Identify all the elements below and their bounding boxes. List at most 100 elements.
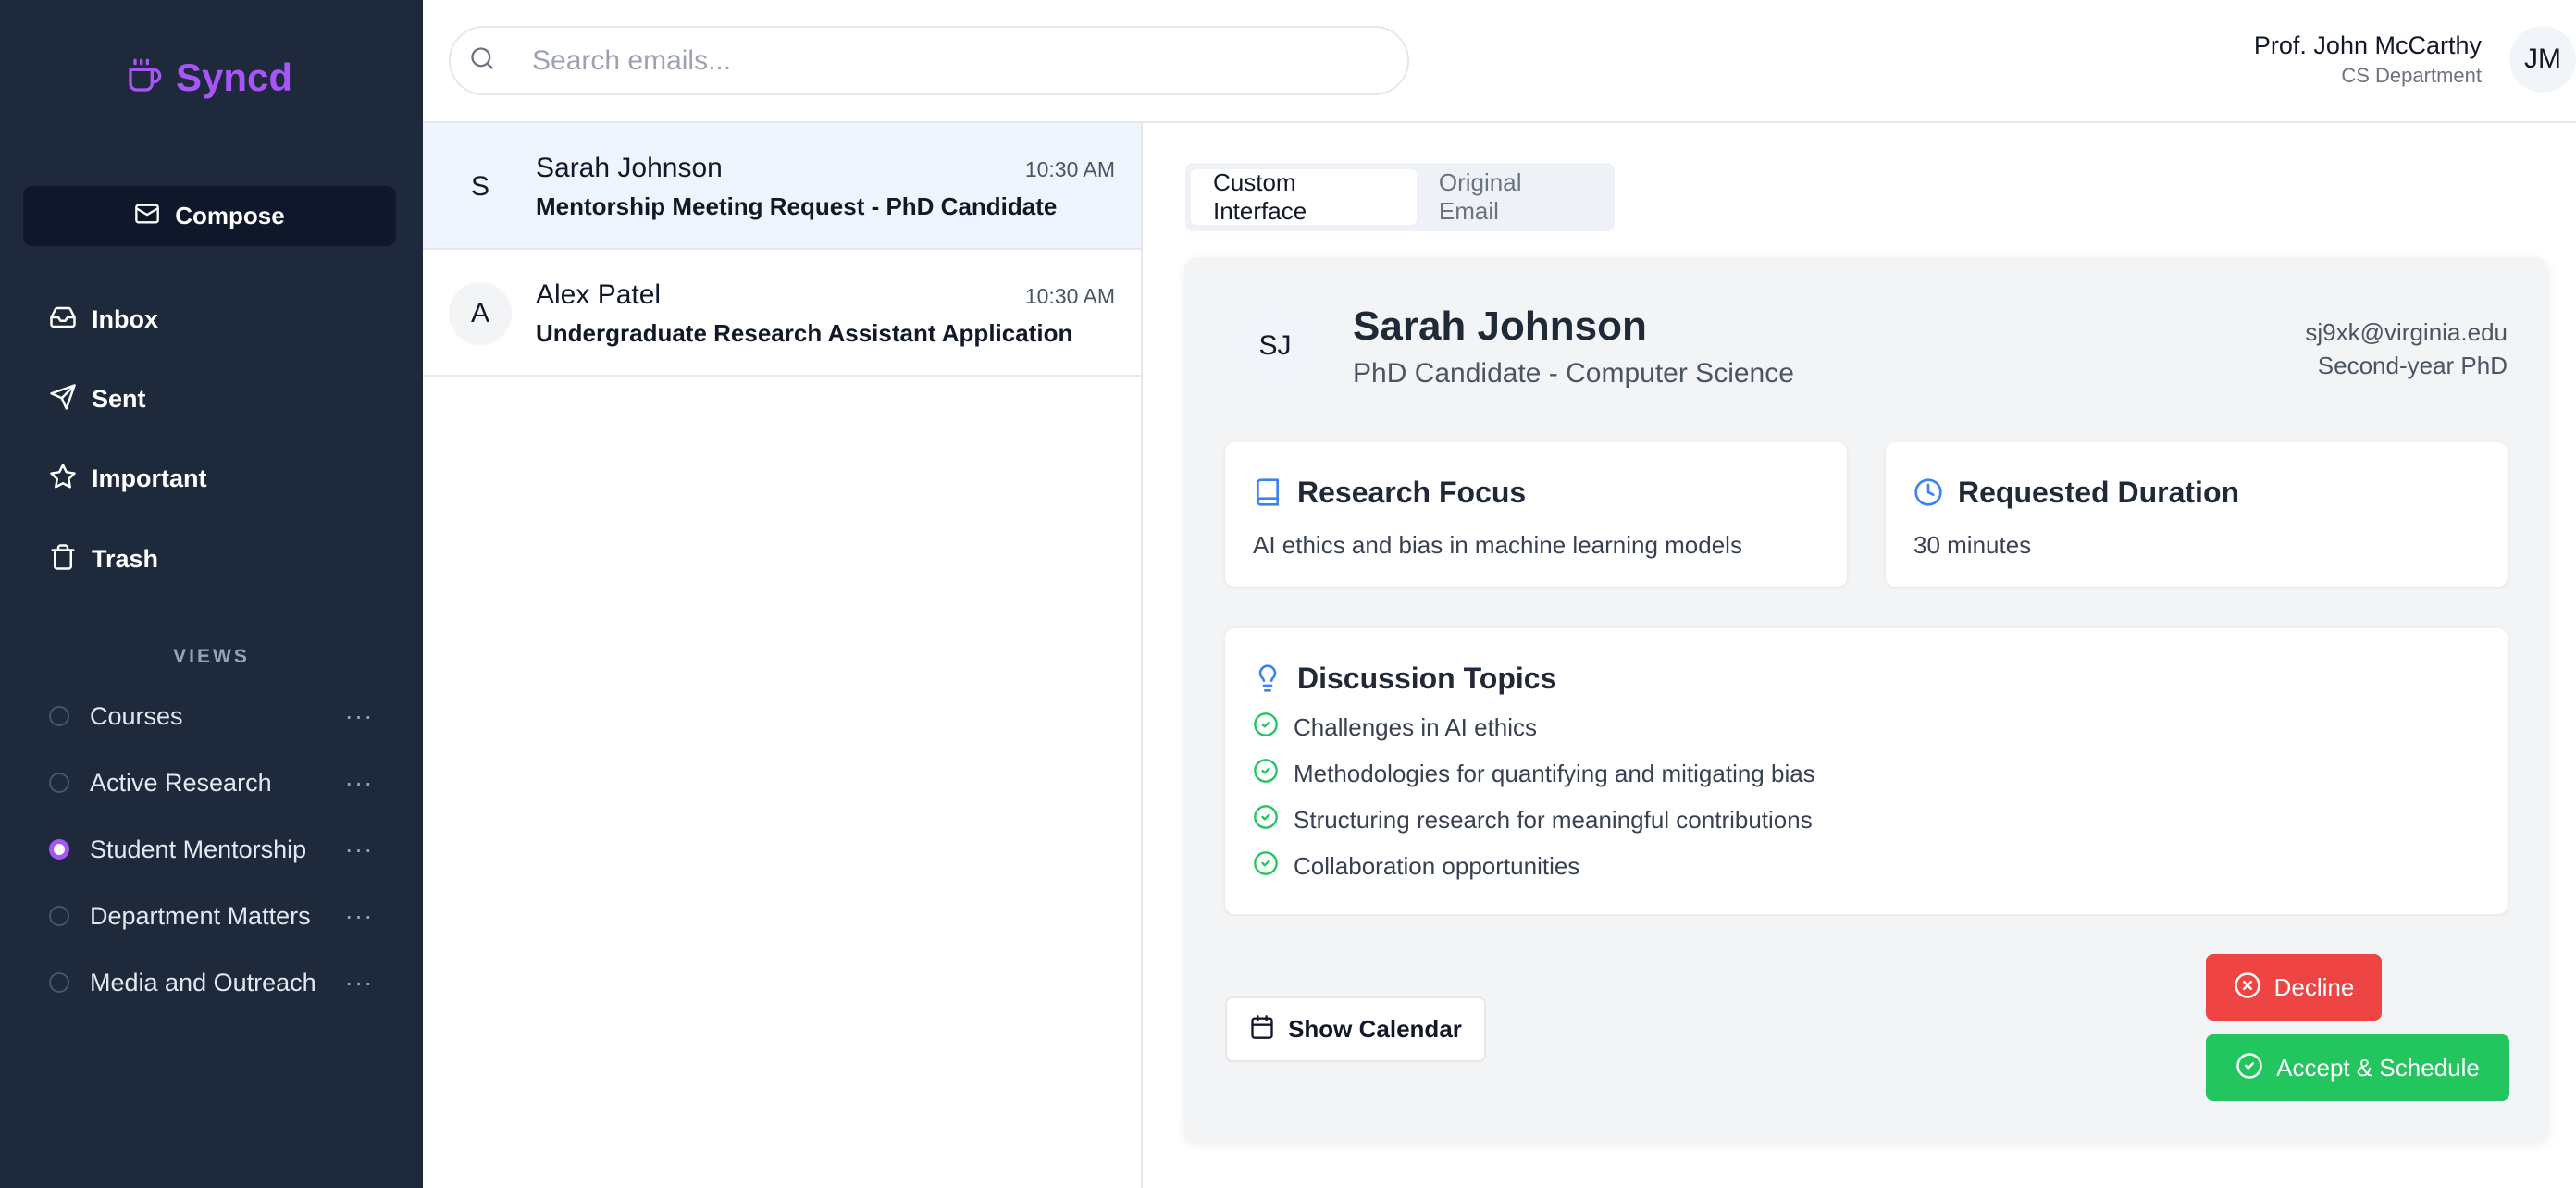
sender-meta: sj9xk@virginia.edu Second-year PhD — [2305, 316, 2508, 382]
check-circle-icon — [2235, 1052, 2263, 1084]
view-label: Department Matters — [90, 901, 311, 930]
topic-label: Collaboration opportunities — [1294, 852, 1580, 880]
topic-item: Challenges in AI ethics — [1253, 712, 1537, 744]
button-label: Show Calendar — [1288, 1015, 1462, 1043]
card-title: Discussion Topics — [1297, 662, 1557, 695]
card-title: Research Focus — [1297, 476, 1527, 509]
tab-custom-interface[interactable]: Custom Interface — [1191, 168, 1417, 225]
email-list-item[interactable]: A Alex Patel 10:30 AM Undergraduate Rese… — [423, 250, 1141, 377]
nav-label: Inbox — [92, 305, 158, 333]
nav-label: Trash — [92, 545, 159, 573]
check-circle-icon — [1253, 850, 1279, 883]
topic-item: Collaboration opportunities — [1253, 850, 1579, 883]
decline-button[interactable]: Decline — [2206, 954, 2382, 1021]
view-item-student-mentorship[interactable]: Student Mentorship ··· — [49, 831, 378, 868]
view-tabs: Custom Interface Original Email — [1185, 163, 1615, 231]
requested-duration-card: Requested Duration 30 minutes — [1886, 442, 2508, 587]
top-bar: Search emails... Prof. John McCarthy CS … — [423, 0, 2576, 123]
nav-label: Important — [92, 464, 207, 492]
radio-dot[interactable] — [49, 906, 69, 926]
card-body: AI ethics and bias in machine learning m… — [1253, 531, 1742, 559]
search-icon — [469, 45, 495, 76]
search-input[interactable]: Search emails... — [449, 26, 1409, 95]
nav-label: Sent — [92, 385, 146, 413]
sender-role: PhD Candidate - Computer Science — [1353, 358, 1794, 389]
view-item-courses[interactable]: Courses ··· — [49, 698, 378, 735]
email-sender: Alex Patel — [536, 279, 662, 310]
nav-item-trash[interactable]: Trash — [49, 543, 158, 575]
nav-item-important[interactable]: Important — [49, 463, 207, 495]
coffee-cup-icon — [126, 57, 163, 99]
accept-schedule-button[interactable]: Accept & Schedule — [2206, 1034, 2509, 1101]
view-item-active-research[interactable]: Active Research ··· — [49, 764, 378, 801]
more-options-icon[interactable]: ··· — [341, 836, 378, 862]
book-icon — [1253, 477, 1282, 512]
user-department: CS Department — [2341, 63, 2482, 87]
sender-year: Second-year PhD — [2317, 352, 2508, 379]
trash-icon — [49, 543, 77, 575]
more-options-icon[interactable]: ··· — [341, 703, 378, 729]
sender-avatar: S — [449, 155, 512, 218]
clock-icon — [1913, 477, 1943, 512]
send-icon — [49, 383, 77, 415]
more-options-icon[interactable]: ··· — [341, 970, 378, 996]
card-body: 30 minutes — [1913, 531, 2032, 559]
show-calendar-button[interactable]: Show Calendar — [1225, 996, 1486, 1062]
sender-name: Sarah Johnson — [1353, 303, 1647, 349]
button-label: Decline — [2273, 972, 2355, 1001]
topic-label: Structuring research for meaningful cont… — [1294, 806, 1813, 834]
view-label: Student Mentorship — [90, 835, 307, 863]
topic-item: Methodologies for quantifying and mitiga… — [1253, 758, 1815, 790]
avatar[interactable]: JM — [2509, 26, 2576, 93]
sidebar: Syncd Compose Inbox Sent Important Trash… — [0, 0, 423, 1188]
view-label: Courses — [90, 701, 183, 730]
app-logo[interactable]: Syncd — [126, 56, 292, 100]
email-subject: Mentorship Meeting Request - PhD Candida… — [536, 192, 1058, 220]
user-name: Prof. John McCarthy — [2253, 31, 2482, 59]
check-circle-icon — [1253, 804, 1279, 836]
app-root: Syncd Compose Inbox Sent Important Trash… — [0, 0, 2576, 1188]
email-detail: Custom Interface Original Email SJ Sarah… — [1145, 123, 2576, 1188]
nav-item-inbox[interactable]: Inbox — [49, 303, 158, 336]
discussion-topics-card: Discussion Topics Challenges in AI ethic… — [1225, 628, 2508, 914]
card-title: Requested Duration — [1958, 476, 2240, 509]
more-options-icon[interactable]: ··· — [341, 903, 378, 929]
email-sender: Sarah Johnson — [536, 153, 723, 183]
sender-email[interactable]: sj9xk@virginia.edu — [2305, 316, 2508, 349]
radio-dot[interactable] — [49, 773, 69, 793]
view-label: Active Research — [90, 768, 272, 797]
mail-icon — [134, 201, 160, 231]
sender-avatar-large: SJ — [1231, 302, 1319, 390]
views-header: VIEWS — [173, 646, 250, 667]
research-focus-card: Research Focus AI ethics and bias in mac… — [1225, 442, 1847, 587]
user-profile[interactable]: Prof. John McCarthy CS Department JM — [2254, 26, 2576, 93]
view-label: Media and Outreach — [90, 968, 316, 996]
email-subject: Undergraduate Research Assistant Applica… — [536, 319, 1073, 347]
topic-label: Methodologies for quantifying and mitiga… — [1294, 760, 1815, 787]
custom-interface-panel: SJ Sarah Johnson PhD Candidate - Compute… — [1184, 257, 2548, 1141]
more-options-icon[interactable]: ··· — [341, 770, 378, 796]
lightbulb-icon — [1253, 663, 1282, 698]
check-circle-icon — [1253, 758, 1279, 790]
main-area: Search emails... Prof. John McCarthy CS … — [423, 0, 2576, 1188]
x-circle-icon — [2234, 971, 2261, 1004]
radio-dot[interactable] — [49, 972, 69, 993]
email-list: S Sarah Johnson 10:30 AM Mentorship Meet… — [423, 123, 1143, 1188]
email-list-item-selected[interactable]: S Sarah Johnson 10:30 AM Mentorship Meet… — [423, 123, 1141, 250]
compose-button[interactable]: Compose — [23, 186, 396, 246]
view-item-media-and-outreach[interactable]: Media and Outreach ··· — [49, 964, 378, 1001]
email-time: 10:30 AM — [1024, 284, 1115, 308]
tab-original-email[interactable]: Original Email — [1417, 168, 1609, 225]
radio-dot[interactable] — [49, 706, 69, 726]
star-icon — [49, 463, 77, 495]
inbox-icon — [49, 303, 77, 336]
search-placeholder: Search emails... — [532, 44, 732, 76]
topic-label: Challenges in AI ethics — [1294, 713, 1538, 741]
radio-dot-selected[interactable] — [49, 839, 69, 860]
app-name: Syncd — [176, 56, 293, 99]
nav-item-sent[interactable]: Sent — [49, 383, 146, 415]
calendar-icon — [1249, 1014, 1275, 1045]
sender-avatar: A — [449, 282, 512, 345]
email-time: 10:30 AM — [1024, 157, 1115, 181]
view-item-department-matters[interactable]: Department Matters ··· — [49, 897, 378, 934]
